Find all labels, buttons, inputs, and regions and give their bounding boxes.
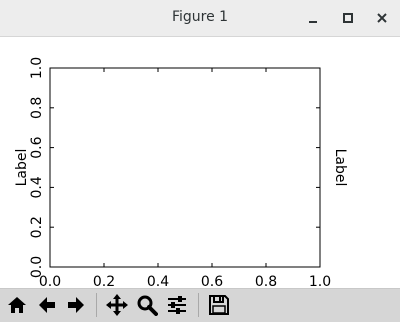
- plot-frame: [49, 67, 321, 268]
- back-button[interactable]: [34, 292, 60, 318]
- close-button[interactable]: [370, 6, 394, 30]
- toolbar-separator: [96, 293, 97, 317]
- home-icon: [8, 297, 26, 313]
- magnifier-icon: [137, 295, 158, 316]
- y-tick-label: 0.8: [29, 97, 45, 119]
- y-tick-label: 0.2: [29, 216, 45, 238]
- maximize-icon: [343, 13, 353, 23]
- maximize-button[interactable]: [336, 6, 360, 30]
- y-axis-label-right: Label: [332, 149, 348, 187]
- close-icon: [377, 13, 387, 23]
- configure-subplots-button[interactable]: [164, 292, 190, 318]
- sliders-icon: [168, 296, 186, 314]
- x-tick-label: 0.4: [147, 274, 169, 288]
- arrow-right-icon: [68, 297, 84, 313]
- minimize-icon: [309, 21, 317, 23]
- x-tick-label: 0.6: [201, 274, 223, 288]
- save-button[interactable]: [206, 292, 232, 318]
- toolbar-separator: [198, 293, 199, 317]
- floppy-disk-icon: [209, 295, 229, 315]
- y-tick-label: 0.4: [29, 176, 45, 198]
- x-tick-label: 0.8: [255, 274, 277, 288]
- window-titlebar: Figure 1: [0, 0, 400, 37]
- y-tick-label: 0.6: [29, 136, 45, 158]
- zoom-button[interactable]: [134, 292, 160, 318]
- y-tick-label: 1.0: [29, 57, 45, 79]
- x-tick-label: 1.0: [309, 274, 331, 288]
- y-tick-label: 0.0: [29, 256, 45, 278]
- arrow-left-icon: [39, 297, 55, 313]
- navigation-toolbar: [0, 288, 400, 322]
- y-axis-label: Label: [14, 149, 30, 187]
- figure-canvas[interactable]: 0.0 0.2 0.4 0.6 0.8 1.0 0.0 0.2 0.4 0.6 0.8 1.0 La…: [0, 37, 400, 290]
- pan-button[interactable]: [104, 292, 130, 318]
- home-button[interactable]: [4, 292, 30, 318]
- forward-button[interactable]: [63, 292, 89, 318]
- minimize-button[interactable]: [302, 6, 326, 30]
- chart-svg[interactable]: 0.0 0.2 0.4 0.6 0.8 1.0 0.00.20.40.60.81.0 La…: [0, 37, 400, 290]
- x-tick-label: 0.2: [93, 274, 115, 288]
- move-icon: [106, 294, 128, 316]
